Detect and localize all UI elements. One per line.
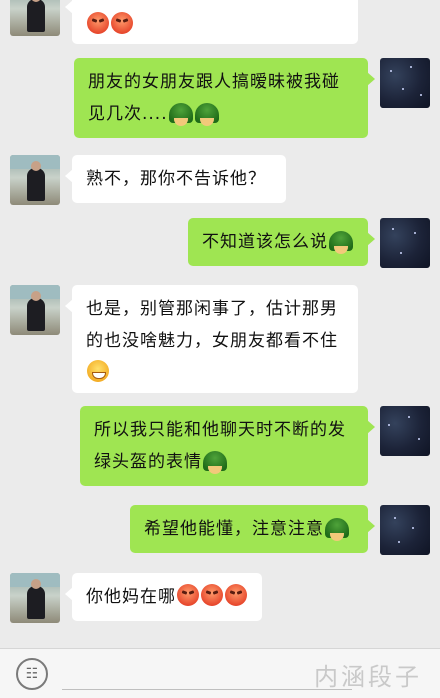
friend-avatar[interactable] (10, 0, 60, 36)
chat-area[interactable]: 朋友的女朋友跟人搞暧昧被我碰见几次.... 熟不，那你不告诉他？ 不知道该怎么说… (0, 0, 440, 648)
angry-face-emoji-icon (111, 12, 133, 34)
message-text: 熟不，那你不告诉他？ (86, 169, 266, 189)
watermark-logo: 内涵段子 (314, 663, 422, 691)
friend-avatar[interactable] (10, 155, 60, 205)
angry-face-emoji-icon (177, 584, 199, 606)
message-composer: ☷ 内涵段子 (0, 648, 440, 698)
green-turtle-emoji-icon (194, 103, 219, 126)
message-input[interactable] (62, 659, 352, 690)
green-turtle-emoji-icon (168, 103, 193, 126)
message-text: 不知道该怎么说 (202, 232, 328, 252)
green-turtle-emoji-icon (329, 231, 353, 254)
message-text: 也是，别管那闲事了，估计那男的也没啥魅力，女朋友都看不住 (86, 299, 338, 351)
my-avatar[interactable] (380, 58, 430, 108)
message-bubble[interactable]: 你他妈在哪 (65, 573, 262, 621)
my-avatar[interactable] (380, 218, 430, 268)
message-bubble[interactable] (65, 0, 358, 44)
friend-avatar[interactable] (10, 285, 60, 335)
voice-icon[interactable]: ☷ (16, 658, 48, 690)
green-turtle-emoji-icon (325, 518, 349, 541)
message-bubble[interactable]: 也是，别管那闲事了，估计那男的也没啥魅力，女朋友都看不住 (65, 285, 358, 393)
message-text: 希望他能懂，注意注意 (144, 519, 324, 539)
angry-face-emoji-icon (87, 12, 109, 34)
message-bubble[interactable]: 所以我只能和他聊天时不断的发绿头盔的表情 (80, 406, 375, 486)
message-bubble[interactable]: 熟不，那你不告诉他？ (65, 155, 286, 203)
green-turtle-emoji-icon (203, 451, 227, 474)
message-bubble[interactable]: 不知道该怎么说 (188, 218, 375, 266)
my-avatar[interactable] (380, 406, 430, 456)
my-avatar[interactable] (380, 505, 430, 555)
message-bubble[interactable]: 希望他能懂，注意注意 (130, 505, 375, 553)
message-bubble[interactable]: 朋友的女朋友跟人搞暧昧被我碰见几次.... (74, 58, 375, 138)
angry-face-emoji-icon (225, 584, 247, 606)
friend-avatar[interactable] (10, 573, 60, 623)
message-text: 你他妈在哪 (86, 587, 176, 607)
angry-face-emoji-icon (201, 584, 223, 606)
grinning-face-emoji-icon (87, 360, 109, 382)
